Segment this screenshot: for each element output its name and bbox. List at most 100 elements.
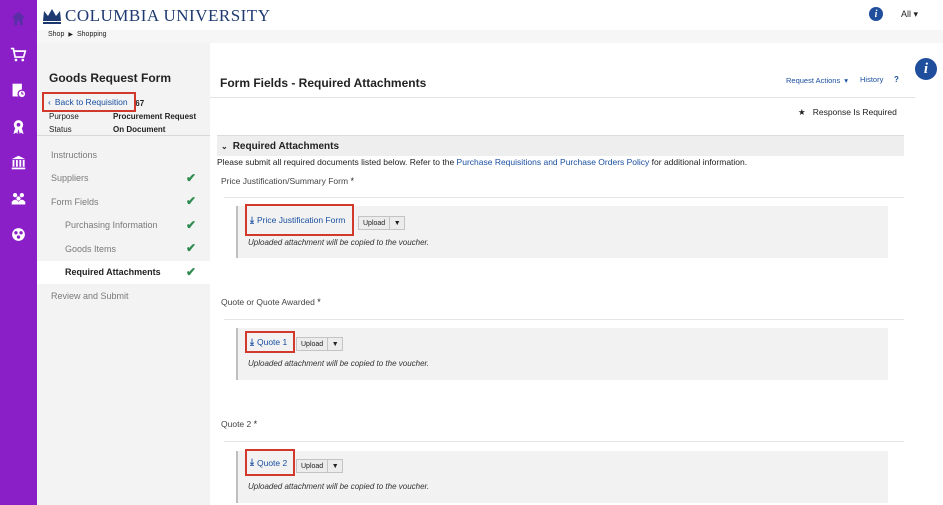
form-nav: Instructions Suppliers ✔ Form Fields ✔ Pur… <box>37 143 210 308</box>
breadcrumb: Shop ▶ Shopping <box>48 31 107 38</box>
all-dropdown-label: All <box>901 9 912 19</box>
caret-down-icon: ▾ <box>844 76 848 85</box>
attachment-box: ⤓ Quote 1 Upload ▼ Uploaded attachment wil… <box>236 328 888 380</box>
nav-item-instructions[interactable]: Instructions <box>37 143 210 167</box>
upload-button[interactable]: Upload ▼ <box>296 459 344 473</box>
users-group-icon[interactable] <box>8 188 28 208</box>
upload-button[interactable]: Upload ▼ <box>358 216 406 230</box>
columbia-logo[interactable]: COLUMBIA UNIVERSITY <box>42 6 270 26</box>
policy-link[interactable]: Purchase Requisitions and Purchase Order… <box>457 157 650 167</box>
nav-item-form-fields[interactable]: Form Fields ✔ <box>37 190 210 214</box>
home-icon[interactable] <box>8 8 28 28</box>
checkmark-icon: ✔ <box>186 264 197 279</box>
nav-item-label: Goods Items <box>65 243 117 254</box>
divider <box>37 135 210 136</box>
brand-name: COLUMBIA UNIVERSITY <box>65 6 271 25</box>
divider <box>224 197 904 198</box>
page-title: Form Fields - Required Attachments <box>220 76 427 90</box>
nav-item-label: Suppliers <box>51 173 89 184</box>
section-header-required-attachments[interactable]: ⌄ Required Attachments <box>217 135 904 156</box>
chevron-down-icon: ⌄ <box>221 141 228 151</box>
left-panel: ‹ Back to Requisition Goods Request Form… <box>37 43 210 505</box>
attachment-download-link[interactable]: ⤓ Quote 2 <box>245 449 295 476</box>
nav-item-label: Form Fields <box>51 196 99 207</box>
nav-item-required-attachments[interactable]: Required Attachments ✔ <box>37 260 210 284</box>
nav-item-purchasing-information[interactable]: Purchasing Information ✔ <box>37 214 210 238</box>
document-clock-icon[interactable] <box>8 80 28 100</box>
upload-button[interactable]: Upload ▼ <box>296 337 344 351</box>
upload-label: Upload <box>297 338 329 350</box>
caret-down-icon: ▾ <box>913 9 919 19</box>
field-label-text: Quote 2 <box>221 419 252 429</box>
attachment-note: Uploaded attachment will be copied to th… <box>248 359 430 368</box>
desc-text-after: for additional information. <box>649 157 748 167</box>
back-link-label: Back to Requisition <box>54 97 128 107</box>
back-to-requisition-link[interactable]: ‹ Back to Requisition <box>42 92 136 112</box>
required-star-icon: * <box>317 297 321 307</box>
field-label: Quote 2 * <box>221 419 257 429</box>
attachment-box: ⤓ Quote 2 Upload ▼ Uploaded attachment wil… <box>236 449 888 503</box>
form-title: Goods Request Form <box>49 71 172 85</box>
chevron-right-icon: ▶ <box>68 32 73 38</box>
history-link[interactable]: History <box>860 75 883 84</box>
nav-item-label: Instructions <box>51 149 98 160</box>
checkmark-icon: ✔ <box>186 217 197 232</box>
nav-item-review-and-submit[interactable]: Review and Submit <box>37 284 210 308</box>
breadcrumb-shopping[interactable]: Shopping <box>77 31 107 38</box>
nav-item-suppliers[interactable]: Suppliers ✔ <box>37 167 210 191</box>
app-rail <box>0 0 37 505</box>
response-required-text: Response Is Required <box>812 107 897 117</box>
divider <box>210 97 915 98</box>
nav-item-label: Purchasing Information <box>65 220 158 231</box>
field-label-text: Price Justification/Summary Form <box>221 176 349 186</box>
attachment-note: Uploaded attachment will be copied to th… <box>248 482 430 491</box>
nav-item-goods-items[interactable]: Goods Items ✔ <box>37 237 210 261</box>
required-star-icon: * <box>253 419 258 429</box>
upload-label: Upload <box>297 460 329 472</box>
shopping-cart-icon[interactable] <box>8 44 28 64</box>
checkmark-icon: ✔ <box>186 170 197 185</box>
all-dropdown[interactable]: All ▾ <box>901 9 918 20</box>
attachment-download-link[interactable]: ⤓ Price Justification Form <box>245 204 354 236</box>
attachment-filename: Quote 1 <box>256 337 288 347</box>
bank-icon[interactable] <box>8 152 28 172</box>
divider <box>224 441 904 442</box>
attachment-box: ⤓ Price Justification Form Upload ▼ Upload… <box>236 204 888 258</box>
settings-cluster-icon[interactable] <box>8 224 28 244</box>
required-star-icon: * <box>350 176 354 186</box>
checkmark-icon: ✔ <box>186 194 197 208</box>
nav-item-label: Review and Submit <box>51 290 129 301</box>
caret-down-icon[interactable]: ▼ <box>390 217 404 229</box>
attachment-download-link[interactable]: ⤓ Quote 1 <box>245 331 295 353</box>
info-icon[interactable]: i <box>869 7 883 21</box>
response-required-legend: ★ Response Is Required <box>798 107 897 118</box>
award-ribbon-icon[interactable] <box>8 116 28 136</box>
crown-icon <box>43 9 61 24</box>
caret-down-icon[interactable]: ▼ <box>328 460 342 472</box>
section-description: Please submit all required documents lis… <box>217 157 747 167</box>
required-star-icon: ★ <box>798 107 806 117</box>
upload-label: Upload <box>359 217 391 229</box>
divider <box>224 319 904 320</box>
request-actions-label: Request Actions <box>786 76 841 85</box>
attachment-filename: Price Justification Form <box>256 215 346 225</box>
breadcrumb-shop[interactable]: Shop <box>48 31 64 38</box>
top-bar: COLUMBIA UNIVERSITY i All ▾ <box>37 0 943 30</box>
caret-down-icon[interactable]: ▼ <box>328 338 342 350</box>
attachment-note: Uploaded attachment will be copied to th… <box>248 238 430 247</box>
breadcrumb-bar: Shop ▶ Shopping <box>37 30 943 43</box>
field-label: Price Justification/Summary Form * <box>221 176 354 186</box>
request-actions-dropdown[interactable]: Request Actions ▾ <box>786 76 848 85</box>
field-label: Quote or Quote Awarded * <box>221 297 321 307</box>
info-icon[interactable]: i <box>915 58 937 80</box>
desc-text-before: Please submit all required documents lis… <box>217 157 457 167</box>
attachment-filename: Quote 2 <box>256 457 288 468</box>
help-link[interactable]: ? <box>894 75 899 84</box>
download-icon: ⤓ <box>250 214 254 225</box>
download-icon: ⤓ <box>250 336 254 347</box>
nav-item-label: Required Attachments <box>65 267 161 278</box>
checkmark-icon: ✔ <box>186 241 197 255</box>
field-label-text: Quote or Quote Awarded <box>221 297 315 307</box>
section-title: Required Attachments <box>232 140 340 152</box>
main-content: Form Fields - Required Attachments Reque… <box>210 66 915 505</box>
